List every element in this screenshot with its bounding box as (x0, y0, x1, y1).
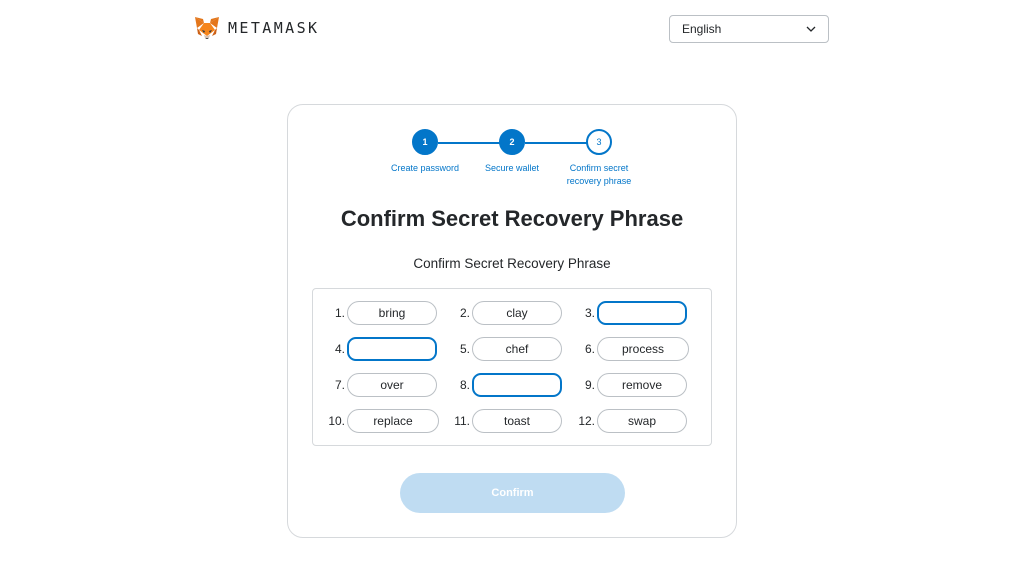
language-selected: English (682, 22, 722, 36)
recovery-word-value: remove (597, 373, 687, 397)
word-index: 4. (334, 342, 345, 356)
page-title: Confirm Secret Recovery Phrase (340, 206, 684, 231)
recovery-word-4: 4. (313, 337, 437, 361)
recovery-word-6: 6. process (563, 337, 689, 361)
metamask-fox-icon (195, 17, 219, 39)
metamask-logo[interactable]: METAMASK (194, 16, 319, 40)
recovery-word-value: swap (597, 409, 687, 433)
word-index: 8. (459, 378, 470, 392)
recovery-word-input[interactable] (347, 337, 437, 361)
step-3-label: Confirm secret recovery phrase (566, 163, 632, 186)
recovery-word-1: 1. bring (313, 301, 437, 325)
recovery-word-value: process (597, 337, 689, 361)
recovery-word-8: 8. (438, 373, 562, 397)
recovery-word-10: 10. replace (313, 409, 439, 433)
confirm-button[interactable]: Confirm (400, 473, 625, 513)
word-index: 6. (584, 342, 595, 356)
recovery-word-12: 12. swap (563, 409, 687, 433)
word-index: 12. (578, 414, 595, 428)
recovery-word-input[interactable] (597, 301, 687, 325)
recovery-word-5: 5. chef (438, 337, 562, 361)
recovery-word-9: 9. remove (563, 373, 687, 397)
recovery-word-value: over (347, 373, 437, 397)
recovery-word-3: 3. (563, 301, 687, 325)
step-3-indicator: 3 (586, 129, 612, 155)
word-index: 1. (334, 306, 345, 320)
header: METAMASK English (0, 0, 1024, 60)
word-index: 2. (459, 306, 470, 320)
word-index: 3. (584, 306, 595, 320)
step-number: 1 (422, 137, 428, 147)
recovery-word-value: toast (472, 409, 562, 433)
word-index: 5. (459, 342, 470, 356)
step-2-label: Secure wallet (484, 163, 540, 173)
brand-name: METAMASK (228, 19, 320, 37)
recovery-phrase-grid: 1. bring 2. clay 3. 4. 5. chef 6. process 7. over 8.… (312, 288, 712, 446)
confirm-srp-card: 1 2 3 Create password Secure wallet Conf… (287, 104, 737, 538)
recovery-word-value: replace (347, 409, 439, 433)
recovery-word-2: 2. clay (438, 301, 562, 325)
recovery-word-7: 7. over (313, 373, 437, 397)
chevron-down-icon (806, 26, 816, 32)
step-number: 3 (596, 137, 602, 147)
step-1-label: Create password (390, 163, 460, 173)
recovery-word-11: 11. toast (438, 409, 562, 433)
recovery-word-value: chef (472, 337, 562, 361)
step-1-indicator: 1 (412, 129, 438, 155)
step-number: 2 (509, 137, 515, 147)
recovery-word-value: clay (472, 301, 562, 325)
language-select[interactable]: English (669, 15, 829, 43)
step-2-indicator: 2 (499, 129, 525, 155)
page-subtitle: Confirm Secret Recovery Phrase (413, 256, 611, 271)
recovery-word-value: bring (347, 301, 437, 325)
word-index: 9. (584, 378, 595, 392)
word-index: 7. (334, 378, 345, 392)
word-index: 10. (328, 414, 345, 428)
progress-stepper: 1 2 3 Create password Secure wallet Conf… (288, 129, 736, 199)
recovery-word-input[interactable] (472, 373, 562, 397)
word-index: 11. (454, 414, 470, 428)
